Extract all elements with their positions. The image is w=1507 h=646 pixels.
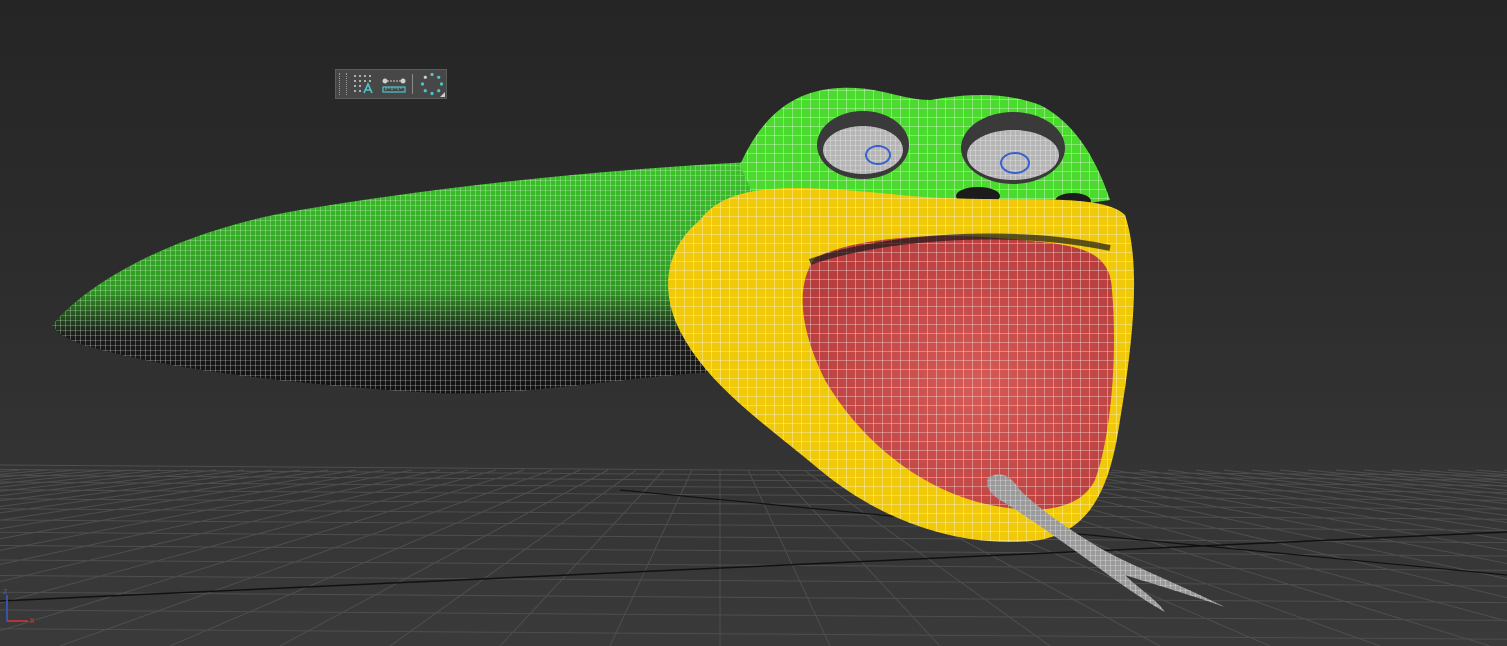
grid-line bbox=[0, 545, 1507, 557]
toolbar-drag-handle[interactable] bbox=[339, 73, 347, 95]
grid-line bbox=[169, 469, 581, 646]
toolbar-separator bbox=[412, 74, 414, 94]
grid-line bbox=[0, 591, 1507, 604]
snake-body[interactable] bbox=[52, 162, 760, 394]
snap-grid-button[interactable] bbox=[350, 71, 378, 97]
grid-line bbox=[0, 469, 357, 530]
grid-line bbox=[0, 469, 21, 473]
3d-viewport[interactable]: x z bbox=[0, 0, 1507, 646]
ground-grid bbox=[0, 464, 1507, 646]
grid-line bbox=[389, 469, 637, 646]
snap-ruler-icon bbox=[382, 78, 407, 93]
grid-line bbox=[59, 469, 553, 646]
grid-line bbox=[0, 481, 1507, 493]
grid-line bbox=[0, 469, 161, 488]
grid-line bbox=[0, 498, 1507, 510]
snake-tongue[interactable] bbox=[987, 474, 1225, 612]
left-eye[interactable] bbox=[817, 111, 909, 179]
grid-line bbox=[279, 469, 609, 646]
grid-line bbox=[0, 469, 385, 540]
grid-line bbox=[0, 519, 1507, 531]
grid-line bbox=[0, 469, 413, 551]
grid-line bbox=[0, 469, 1507, 481]
grid-line bbox=[0, 469, 301, 514]
snap-grid-icon bbox=[353, 75, 373, 94]
grid-line bbox=[499, 469, 665, 646]
grid-line bbox=[609, 469, 693, 646]
grid-line bbox=[0, 575, 1507, 587]
grid-line bbox=[0, 628, 1507, 640]
grid-line bbox=[0, 469, 105, 481]
x-axis-label: x bbox=[30, 615, 35, 625]
z-axis-label: z bbox=[3, 586, 8, 596]
viewport-scene[interactable]: x z bbox=[0, 0, 1507, 646]
grid-line bbox=[0, 531, 1507, 544]
snaps-toolbar[interactable] bbox=[335, 69, 447, 99]
right-eye[interactable] bbox=[961, 112, 1065, 184]
grid-line bbox=[0, 609, 1507, 621]
snap-ruler-button[interactable] bbox=[381, 71, 409, 97]
grid-line bbox=[747, 469, 831, 646]
toolbar-resize-corner[interactable] bbox=[440, 92, 445, 97]
